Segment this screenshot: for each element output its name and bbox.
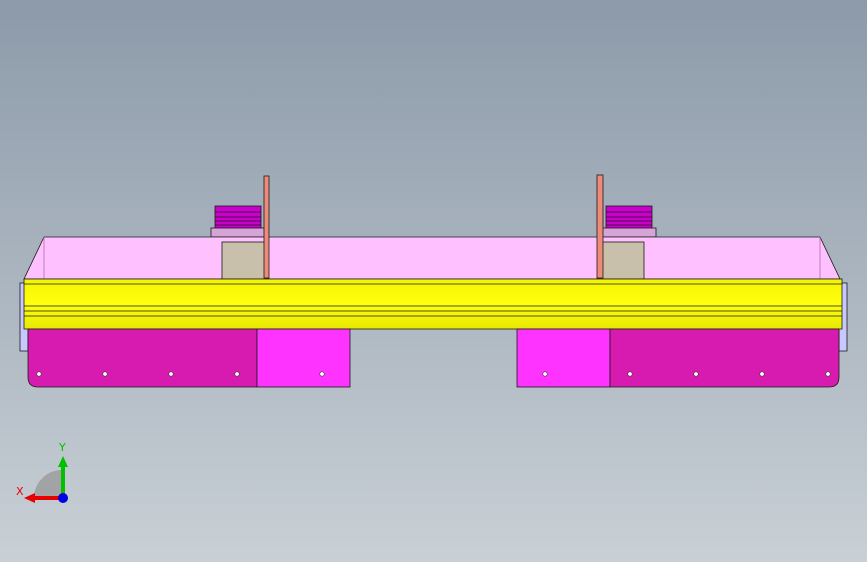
yellow-beam[interactable]	[23, 278, 843, 330]
triad-graphic	[24, 456, 68, 503]
right-spacer-block[interactable]	[597, 241, 645, 280]
z-axis-icon	[58, 493, 68, 503]
right-post[interactable]	[596, 174, 604, 279]
top-plate[interactable]	[23, 236, 841, 280]
x-arrowhead-icon	[24, 493, 35, 503]
right-bracket-tab[interactable]	[516, 328, 611, 388]
left-bracket[interactable]	[27, 328, 258, 388]
left-bracket-tab[interactable]	[256, 328, 351, 388]
cad-viewport[interactable]	[0, 0, 867, 562]
coordinate-triad: Y X	[12, 440, 82, 510]
left-spacer-block[interactable]	[221, 241, 269, 280]
left-clamp[interactable]	[210, 205, 266, 238]
right-clamp[interactable]	[601, 205, 657, 238]
y-arrowhead-icon	[58, 456, 68, 467]
left-post[interactable]	[263, 175, 270, 279]
triad-plane-icon	[34, 470, 62, 498]
y-axis-label: Y	[59, 441, 66, 454]
right-bracket[interactable]	[609, 328, 840, 388]
x-axis-label: X	[16, 485, 24, 498]
